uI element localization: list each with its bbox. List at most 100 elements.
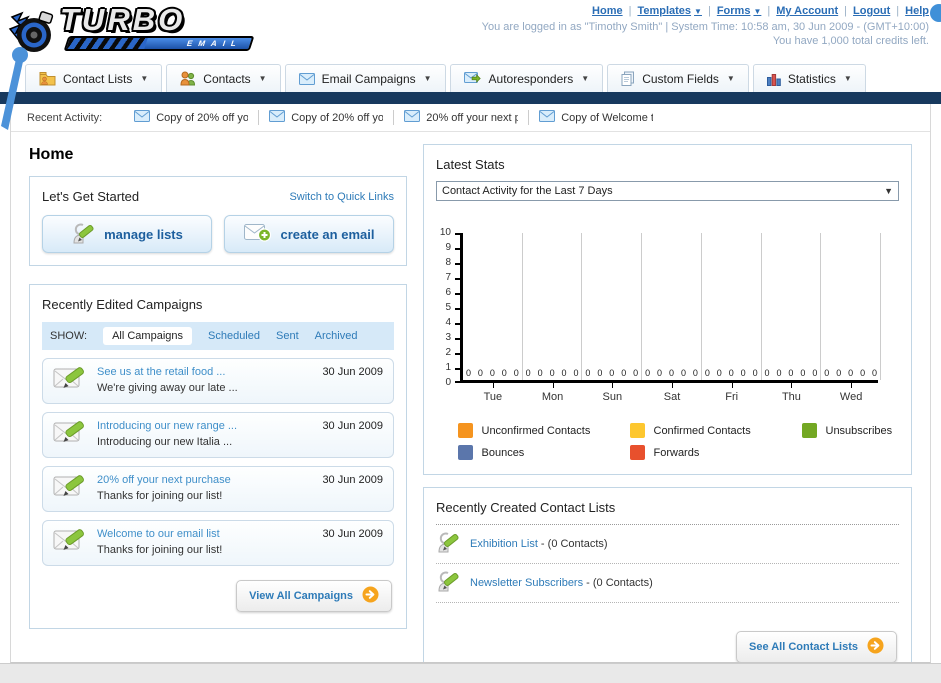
- contact-list-item[interactable]: Exhibition List - (0 Contacts): [436, 525, 899, 564]
- gridline: [641, 233, 643, 380]
- help-bubble-icon[interactable]: [930, 4, 941, 22]
- value-label: 0: [872, 368, 878, 378]
- campaign-filter[interactable]: Scheduled: [208, 330, 260, 342]
- switch-quick-links[interactable]: Switch to Quick Links: [289, 191, 394, 203]
- recent-activity-item[interactable]: 20% off your next p: [394, 110, 530, 125]
- recent-activity-items: Copy of 20% off yo Copy of 20% off yo 20…: [124, 110, 663, 125]
- logo-title: TURBO: [60, 2, 186, 37]
- value-label: 0: [549, 368, 555, 378]
- legend-label: Forwards: [653, 446, 700, 459]
- value-label: 0: [633, 368, 639, 378]
- person-pencil-icon: [436, 530, 460, 557]
- link-separator: |: [896, 5, 900, 17]
- value-label: 0: [489, 368, 495, 378]
- header-utility-area: Home▼ | Templates▼ | Forms▼ | My Account…: [482, 5, 929, 47]
- campaign-card[interactable]: Welcome to our email list Thanks for joi…: [42, 520, 394, 566]
- nav-tab-icon: [621, 71, 635, 86]
- contact-list-link[interactable]: Exhibition List: [470, 538, 538, 550]
- legend-swatch: [629, 445, 645, 460]
- view-all-campaigns-label: View All Campaigns: [249, 590, 353, 602]
- nav-tab[interactable]: Autoresponders ▼: [449, 64, 604, 92]
- top-nav-link[interactable]: Templates ▼: [637, 5, 702, 17]
- nav-tab[interactable]: Custom Fields ▼: [607, 64, 749, 92]
- contact-list-link[interactable]: Newsletter Subscribers: [470, 577, 583, 589]
- nav-tab[interactable]: Statistics ▼: [752, 64, 866, 92]
- campaign-date: 30 Jun 2009: [322, 366, 383, 378]
- top-nav-link-label: Help: [905, 5, 929, 17]
- legend-swatch: [457, 423, 473, 438]
- link-separator: |: [844, 5, 848, 17]
- envelope-icon: [134, 110, 151, 125]
- arrow-circle-icon: [867, 637, 884, 657]
- app-logo[interactable]: TURBO EMAIL: [8, 3, 258, 59]
- login-info: You are logged in as "Timothy Smith" | S…: [481, 21, 929, 33]
- top-nav-link[interactable]: Help▼: [905, 5, 929, 17]
- link-separator: |: [707, 5, 711, 17]
- chevron-down-icon: ▼: [694, 6, 702, 16]
- campaign-filters: All Campaigns Scheduled Sent Archived: [103, 327, 357, 345]
- envelope-icon: [539, 110, 556, 125]
- campaign-filter[interactable]: Sent: [276, 330, 299, 342]
- campaign-title-link[interactable]: 20% off your next purchase: [97, 474, 312, 486]
- campaign-filter-bar: SHOW: All Campaigns Scheduled Sent Archi…: [42, 322, 394, 350]
- value-label: 0: [824, 368, 830, 378]
- y-tick-label: 1: [445, 362, 451, 373]
- nav-tab[interactable]: Email Campaigns ▼: [284, 64, 446, 92]
- top-nav-link[interactable]: Forms ▼: [717, 5, 762, 17]
- y-tick-label: 0: [445, 377, 451, 388]
- manage-lists-label: manage lists: [104, 226, 183, 242]
- x-tick-label: Wed: [839, 391, 863, 403]
- nav-tab[interactable]: Contact Lists ▼: [25, 64, 163, 92]
- campaign-list: See us at the retail food ... We're givi…: [42, 358, 394, 566]
- link-separator: |: [628, 5, 632, 17]
- chevron-down-icon: ▼: [753, 6, 762, 16]
- top-nav-link[interactable]: Logout▼: [853, 5, 890, 17]
- logo-subtitle: EMAIL: [185, 39, 244, 48]
- campaign-card[interactable]: 20% off your next purchase Thanks for jo…: [42, 466, 394, 512]
- value-label: 0: [848, 368, 854, 378]
- recent-activity-item[interactable]: Copy of Welcome to: [529, 110, 663, 125]
- stats-period-select[interactable]: Contact Activity for the Last 7 Days ▼: [436, 181, 899, 201]
- envelope-plus-icon: [243, 223, 272, 245]
- see-all-contact-lists-button[interactable]: See All Contact Lists: [735, 631, 897, 662]
- envelope-pencil-icon: [53, 473, 87, 505]
- legend-swatch: [457, 445, 473, 460]
- y-tick-label: 9: [445, 242, 451, 253]
- recent-activity-item[interactable]: Copy of 20% off yo: [124, 110, 260, 125]
- contact-list-count: - (0 Contacts): [583, 576, 653, 589]
- page-title: Home: [29, 146, 74, 163]
- top-nav-link[interactable]: Home▼: [592, 5, 623, 17]
- see-all-contact-lists-label: See All Contact Lists: [748, 641, 858, 653]
- person-pencil-icon: [436, 569, 460, 596]
- campaign-subtitle: Introducing our new Italia ...: [97, 436, 233, 448]
- recent-activity-item[interactable]: Copy of 20% off yo: [259, 110, 395, 125]
- campaign-date: 30 Jun 2009: [322, 528, 383, 540]
- create-email-button[interactable]: create an email: [224, 215, 394, 253]
- contact-list-item[interactable]: Newsletter Subscribers - (0 Contacts): [436, 564, 899, 603]
- value-label: 0: [513, 368, 519, 378]
- nav-tab-label: Email Campaigns: [321, 71, 416, 86]
- campaign-title-link[interactable]: Welcome to our email list: [97, 528, 312, 540]
- gridline: [521, 233, 523, 380]
- campaign-card[interactable]: See us at the retail food ... We're givi…: [42, 358, 394, 404]
- legend-swatch: [801, 423, 817, 438]
- contact-lists-title: Recently Created Contact Lists: [436, 500, 899, 525]
- campaign-title-link[interactable]: Introducing our new range ...: [97, 420, 312, 432]
- campaign-filter[interactable]: Archived: [315, 330, 358, 342]
- value-label: 0: [609, 368, 615, 378]
- manage-lists-button[interactable]: manage lists: [42, 215, 212, 253]
- campaign-title-link[interactable]: See us at the retail food ...: [97, 366, 312, 378]
- campaign-card[interactable]: Introducing our new range ... Introducin…: [42, 412, 394, 458]
- campaign-filter[interactable]: All Campaigns: [103, 327, 192, 345]
- legend-item: Forwards: [629, 445, 802, 460]
- stats-chart-plot: 00000000000000000000000000000000000: [460, 233, 881, 383]
- top-nav-link-label: Logout: [853, 5, 891, 17]
- stats-chart-legend: Unconfirmed Contacts Confirmed Contacts Un…: [457, 423, 892, 460]
- contact-activity-chart: 10 9 8 7 6 5 4 3 2 1 0 000000000000000000000000000…: [436, 228, 899, 388]
- content-wrapper: Recent Activity: Copy of 20% off yo Copy…: [10, 104, 931, 663]
- top-nav-link[interactable]: My Account▼: [776, 5, 838, 17]
- recent-activity-item-label: Copy of Welcome to: [561, 111, 654, 124]
- value-label: 0: [525, 368, 531, 378]
- view-all-campaigns-button[interactable]: View All Campaigns: [236, 580, 392, 612]
- nav-tab[interactable]: Contacts ▼: [166, 64, 281, 92]
